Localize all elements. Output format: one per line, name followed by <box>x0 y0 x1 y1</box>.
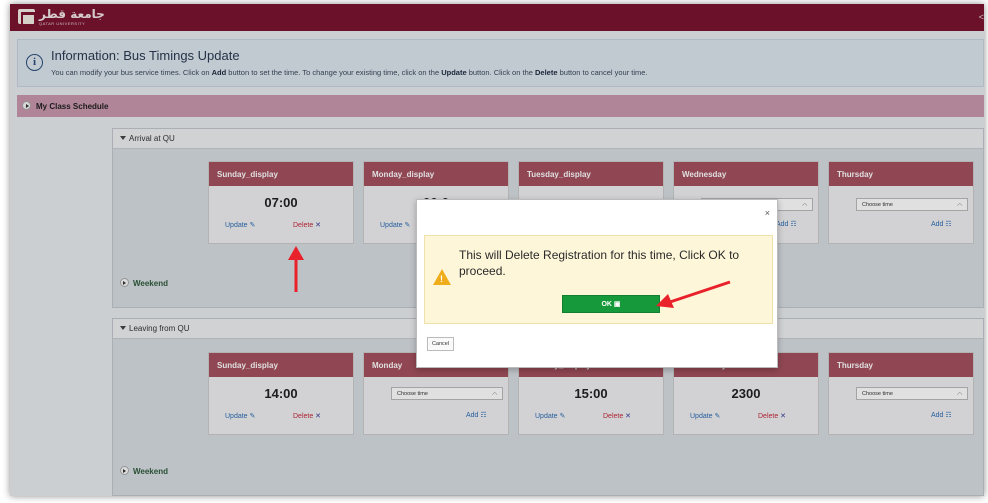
cancel-button[interactable]: Cancel <box>427 337 454 351</box>
browser-window: جامعة قطر QATAR UNIVERSITY < i Informati… <box>10 4 984 496</box>
annotation-arrow-left <box>656 280 731 308</box>
ok-button[interactable]: OK <box>562 295 660 313</box>
annotation-arrow-up <box>288 246 304 292</box>
confirm-message: This will Delete Registration for this t… <box>459 248 740 278</box>
close-icon[interactable]: × <box>765 208 770 218</box>
warning-exclamation: ! <box>440 274 443 284</box>
